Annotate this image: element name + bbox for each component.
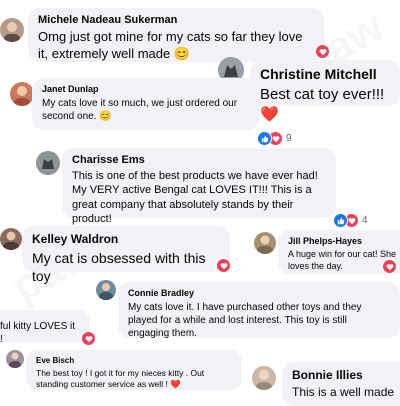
avatar[interactable] [0, 18, 24, 42]
love-reaction-icon[interactable] [314, 43, 331, 60]
comment-text: This is a well made [292, 385, 395, 399]
comment-bubble: Michele Nadeau Sukerman Omg just got min… [28, 8, 324, 62]
commenter-name[interactable]: Kelley Waldron [32, 232, 220, 246]
love-reaction-icon[interactable] [215, 257, 232, 274]
avatar[interactable] [96, 280, 116, 300]
commenter-name[interactable]: Connie Bradley [128, 288, 390, 298]
avatar[interactable] [10, 82, 34, 106]
love-reaction-icon[interactable] [381, 258, 398, 275]
comment-text: My cats love it so much, we just ordered… [42, 98, 238, 122]
commenter-name[interactable]: Jill Phelps-Hayes [288, 236, 398, 246]
comment-bubble: Eve Bisch The best toy ! I got it for my… [26, 350, 242, 390]
avatar[interactable] [36, 151, 60, 175]
commenter-name[interactable]: Bonnie Illies [292, 368, 400, 382]
like-reaction-icon [333, 213, 348, 228]
comment-text: My cat is obsessed with this toy [32, 250, 206, 285]
comment-text: The best toy ! I got it for my nieces ki… [36, 368, 205, 390]
commenter-name[interactable]: Janet Dunlap [42, 84, 250, 94]
commenter-name[interactable]: Christine Mitchell [260, 66, 390, 82]
comment-bubble: Charisse Ems This is one of the best pro… [62, 148, 336, 225]
comment-text: My cats love it. I have purchased other … [128, 302, 362, 339]
avatar[interactable] [6, 350, 24, 368]
reaction-summary[interactable]: 4 [333, 213, 368, 228]
comment-text: This is one of the best products we have… [72, 170, 318, 225]
commenter-name[interactable]: Eve Bisch [36, 356, 232, 365]
reaction-summary[interactable]: 9 [257, 131, 292, 146]
love-reaction-icon[interactable] [80, 330, 97, 347]
like-reaction-icon [257, 131, 272, 146]
avatar[interactable] [252, 366, 276, 390]
comment-bubble: Bonnie Illies This is a well made [282, 362, 400, 406]
comment-bubble: Christine Mitchell Best cat toy ever!!! … [250, 60, 400, 123]
comment-text: Omg just got mine for my cats so far the… [38, 29, 303, 61]
commenter-name[interactable]: Michele Nadeau Sukerman [38, 14, 314, 26]
comment-text: Best cat toy ever!!! ❤️ [260, 86, 385, 123]
avatar[interactable] [254, 232, 276, 254]
comment-text: ful kitty LOVES it ! [0, 321, 76, 345]
comment-bubble: ful kitty LOVES it ! [0, 310, 90, 345]
comment-bubble: Janet Dunlap My cats love it so much, we… [32, 78, 260, 130]
commenter-name[interactable]: Charisse Ems [72, 154, 326, 166]
comment-bubble: Kelley Waldron My cat is obsessed with t… [22, 226, 230, 284]
reaction-count: 4 [362, 215, 368, 226]
reaction-count: 9 [286, 133, 292, 144]
avatar[interactable] [0, 228, 22, 250]
comment-bubble: Connie Bradley My cats love it. I have p… [118, 282, 400, 339]
